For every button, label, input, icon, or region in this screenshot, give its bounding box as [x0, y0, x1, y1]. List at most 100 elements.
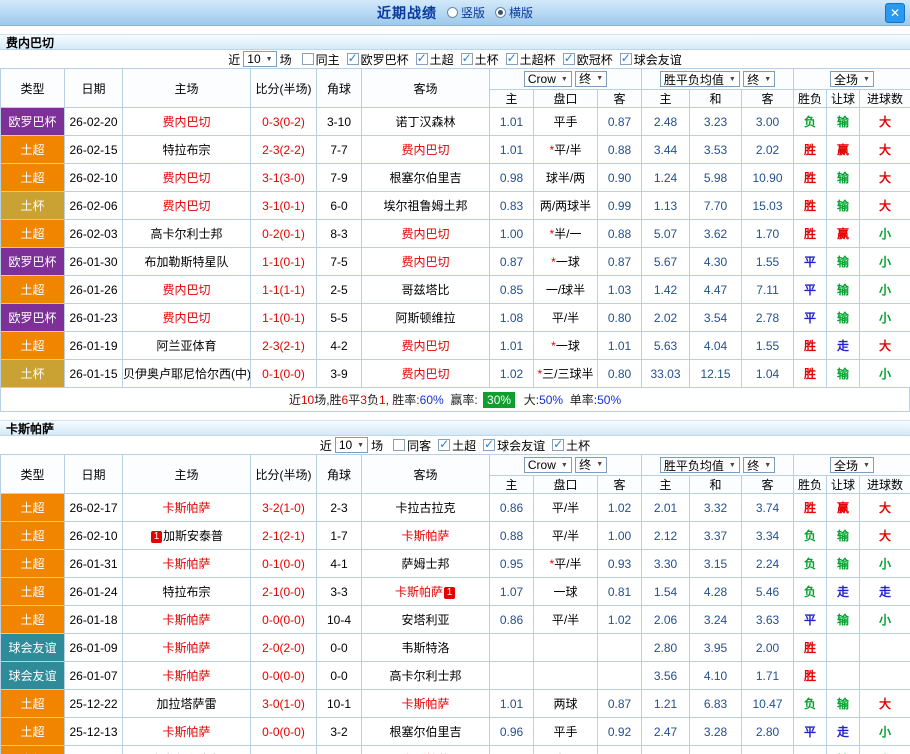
- results-table: 类型 日期 主场 比分(半场) 角球 客场 Crow ▼ 终 ▼ 胜平负均值 ▼ 终 ▼ 全场 ▼ 主盘口客…: [0, 68, 910, 388]
- dropdown-终[interactable]: 终 ▼: [575, 456, 608, 473]
- result-goals: 小: [859, 549, 910, 578]
- checkbox-icon[interactable]: [562, 51, 575, 65]
- filter-checkbox-球会友谊[interactable]: 球会友谊: [483, 437, 545, 454]
- match-date: 26-02-03: [64, 219, 123, 248]
- favorite-star: *: [551, 339, 556, 353]
- checkbox-icon[interactable]: [483, 437, 496, 451]
- radio-icon[interactable]: [446, 7, 458, 18]
- layout-option-vertical[interactable]: 竖版: [446, 4, 485, 21]
- handicap: 平/半: [533, 605, 598, 634]
- away-team: 安塔利亚: [361, 605, 490, 634]
- league-tag: 土超: [0, 605, 65, 634]
- dropdown-终[interactable]: 终 ▼: [575, 70, 608, 87]
- checkbox-icon[interactable]: [460, 51, 473, 65]
- match-date: 26-02-17: [64, 493, 123, 522]
- avg-home: 5.63: [641, 331, 691, 360]
- filter-checkbox-土杯[interactable]: 土杯: [460, 51, 499, 68]
- handicap: *平/半: [533, 135, 598, 164]
- corners: 2-3: [316, 493, 362, 522]
- dropdown-胜平负均值[interactable]: 胜平负均值 ▼: [659, 457, 740, 473]
- dropdown-全场[interactable]: 全场 ▼: [830, 457, 874, 473]
- checkbox-icon[interactable]: [438, 437, 451, 451]
- dropdown-label: 胜平负均值: [663, 458, 724, 473]
- dropdown-label: 全场: [834, 458, 859, 473]
- chevron-down-icon: ▼: [728, 461, 736, 469]
- avg-draw: 3.32: [689, 493, 743, 522]
- filter-checkbox-球会友谊[interactable]: 球会友谊: [619, 51, 682, 68]
- filter-checkboxes: 同客 土超 球会友谊 土杯: [386, 437, 590, 454]
- dropdown-胜平负均值[interactable]: 胜平负均值 ▼: [659, 71, 740, 87]
- avg-draw: 7.70: [689, 191, 743, 220]
- avg-draw: 6.83: [689, 689, 743, 718]
- result-goals: 小: [859, 745, 910, 754]
- match-row: 土超 26-02-17 卡斯帕萨 3-2(1-0) 2-3 卡拉古拉克 0.86…: [0, 493, 910, 522]
- checkbox-icon[interactable]: [393, 439, 406, 451]
- favorite-star: *: [549, 143, 555, 157]
- league-tag: 土超: [0, 219, 65, 248]
- radio-icon[interactable]: [495, 7, 506, 18]
- handicap: 平手: [533, 717, 598, 746]
- sub-header-胜负: 胜负: [793, 475, 828, 494]
- filter-checkbox-土超[interactable]: 土超: [415, 51, 454, 68]
- match-date: 26-01-09: [64, 633, 123, 662]
- dropdown-终[interactable]: 终 ▼: [743, 71, 776, 87]
- checkbox-icon[interactable]: [505, 51, 518, 65]
- league-tag: 土超: [0, 331, 65, 360]
- avg-group-header: 胜平负均值 ▼ 终 ▼: [641, 68, 795, 90]
- checkbox-label: 土超杯: [519, 52, 556, 67]
- match-count-select[interactable]: 10 ▼: [243, 51, 277, 67]
- radio-label: 竖版: [460, 6, 485, 20]
- dropdown-Crow[interactable]: Crow ▼: [523, 71, 572, 88]
- league-tag: 土超: [0, 717, 65, 746]
- filter-checkbox-同客[interactable]: 同客: [393, 437, 431, 454]
- dropdown-label: 终: [579, 458, 592, 473]
- avg-draw: 3.54: [689, 303, 743, 332]
- checkbox-icon[interactable]: [301, 53, 314, 65]
- score: 0-3(0-2): [250, 107, 317, 136]
- red-card-badge: 1: [150, 531, 162, 543]
- score: 3-1(0-1): [250, 191, 317, 220]
- col-header-日期: 日期: [64, 68, 123, 108]
- checkbox-icon[interactable]: [415, 51, 428, 65]
- result-winlose: 胜: [793, 191, 828, 220]
- avg-home: 2.54: [641, 745, 691, 754]
- dropdown-全场[interactable]: 全场 ▼: [830, 71, 874, 87]
- filter-checkbox-土超[interactable]: 土超: [438, 437, 476, 454]
- avg-home: 1.42: [641, 275, 691, 304]
- team-name-text: 萨姆士邦: [401, 557, 450, 571]
- sub-header-进球数: 进球数: [859, 475, 910, 494]
- match-count-select[interactable]: 10 ▼: [334, 437, 369, 453]
- close-button[interactable]: ✕: [885, 3, 905, 23]
- layout-option-horizontal[interactable]: 横版: [495, 4, 533, 21]
- away-team: 费内巴切: [361, 359, 490, 388]
- dropdown-Crow[interactable]: Crow ▼: [523, 457, 572, 474]
- col-header-主场: 主场: [122, 68, 251, 108]
- filter-checkbox-同主[interactable]: 同主: [301, 51, 340, 68]
- home-team: 费内巴切: [122, 163, 251, 192]
- score: 0-2(0-1): [250, 219, 317, 248]
- panel-title: 近期战绩: [376, 4, 437, 21]
- filter-checkbox-土超杯[interactable]: 土超杯: [505, 51, 556, 68]
- checkbox-icon[interactable]: [552, 437, 565, 451]
- odds-home: 0.85: [489, 745, 534, 754]
- dropdown-终[interactable]: 终 ▼: [743, 457, 776, 473]
- league-tag: 土杯: [0, 191, 65, 220]
- result-winlose: 胜: [793, 163, 828, 192]
- filter-checkbox-土杯[interactable]: 土杯: [552, 437, 590, 454]
- avg-home: 3.44: [641, 135, 691, 164]
- odds-away: 1.01: [596, 331, 643, 360]
- checkbox-icon[interactable]: [346, 51, 359, 65]
- dropdown-label: 终: [747, 72, 760, 87]
- match-row: 土超 26-02-03 高卡尔利士邦 0-2(0-1) 8-3 费内巴切 1.0…: [0, 219, 910, 248]
- odds-away: 0.99: [596, 191, 643, 220]
- checkbox-icon[interactable]: [619, 51, 632, 65]
- odds-home: 0.86: [489, 605, 534, 634]
- away-team: 根塞尔伯里吉: [361, 163, 490, 192]
- odds-home: 0.85: [489, 275, 534, 304]
- sub-header-让球: 让球: [826, 475, 861, 494]
- filter-checkbox-欧罗巴杯[interactable]: 欧罗巴杯: [346, 51, 409, 68]
- filter-checkbox-欧冠杯[interactable]: 欧冠杯: [562, 51, 613, 68]
- team-name-text: 费内巴切: [401, 339, 450, 353]
- avg-home: 1.24: [641, 163, 691, 192]
- dropdown-label: 终: [747, 458, 760, 473]
